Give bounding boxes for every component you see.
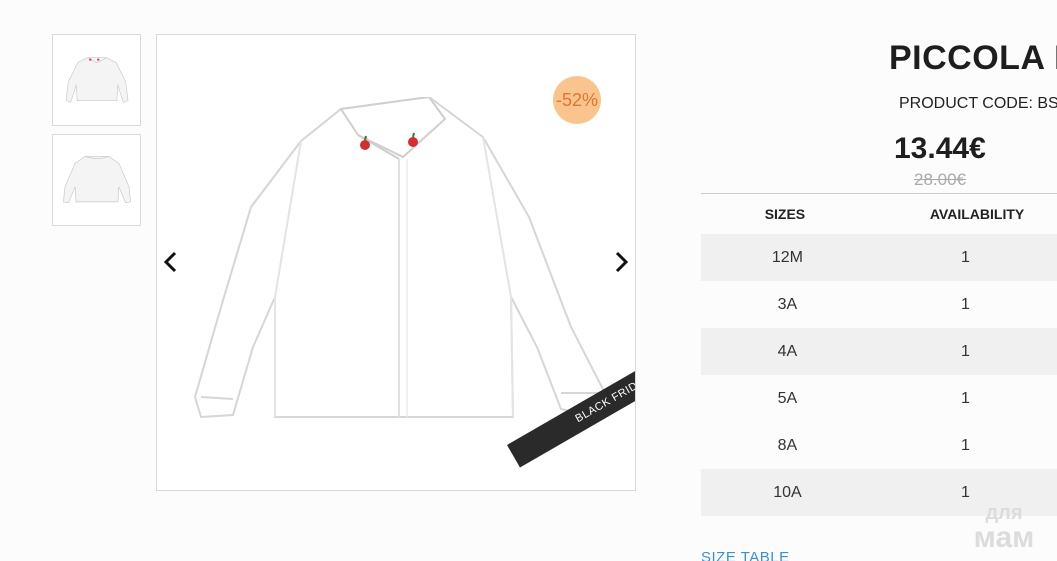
size-cell: 10A bbox=[773, 483, 802, 501]
watermark-logo: для мам bbox=[962, 503, 1046, 553]
chevron-left-icon bbox=[163, 251, 177, 273]
previous-image-button[interactable] bbox=[157, 247, 185, 277]
table-header: SIZES AVAILABILITY bbox=[701, 194, 1057, 234]
product-title: PICCOLA LU bbox=[889, 39, 1057, 77]
thumbnail-back[interactable] bbox=[52, 134, 141, 226]
availability-cell: 1 bbox=[960, 483, 970, 501]
size-cell: 12M bbox=[771, 248, 803, 266]
size-table-link[interactable]: SIZE TABLE bbox=[701, 549, 790, 561]
watermark-line-1: для bbox=[985, 502, 1023, 524]
table-row[interactable]: 3A 1 bbox=[701, 281, 1057, 328]
discount-badge: -52% bbox=[553, 76, 601, 124]
shirt-thumbnail-image bbox=[65, 57, 128, 103]
product-code: PRODUCT CODE: BS3 bbox=[899, 95, 1057, 112]
availability-cell: 1 bbox=[960, 342, 970, 360]
main-product-image[interactable]: -52% BLACK FRIDAY bbox=[156, 34, 636, 491]
availability-cell: 1 bbox=[960, 248, 970, 266]
header-sizes: SIZES bbox=[764, 206, 806, 222]
shirt-image bbox=[193, 97, 609, 419]
table-row[interactable]: 4A 1 bbox=[701, 328, 1057, 375]
next-image-button[interactable] bbox=[607, 247, 635, 277]
table-row[interactable]: 12M 1 bbox=[701, 234, 1057, 281]
shirt-back-thumbnail-image bbox=[62, 156, 131, 204]
thumbnail-front[interactable] bbox=[52, 34, 141, 126]
size-cell: 8A bbox=[777, 436, 798, 454]
current-price: 13.44€ bbox=[894, 132, 986, 165]
availability-cell: 1 bbox=[960, 389, 970, 407]
size-cell: 4A bbox=[777, 342, 798, 360]
availability-cell: 1 bbox=[960, 436, 970, 454]
size-cell: 5A bbox=[777, 389, 798, 407]
table-row[interactable]: 5A 1 bbox=[701, 375, 1057, 422]
sizes-table: SIZES AVAILABILITY 12M 1 3A 1 4A 1 5A 1 … bbox=[701, 193, 1057, 516]
header-availability: AVAILABILITY bbox=[929, 206, 1025, 222]
table-row[interactable]: 8A 1 bbox=[701, 422, 1057, 469]
size-cell: 3A bbox=[777, 295, 798, 313]
availability-cell: 1 bbox=[960, 295, 970, 313]
watermark-line-2: мам bbox=[973, 521, 1035, 554]
old-price: 28.00€ bbox=[914, 170, 966, 189]
chevron-right-icon bbox=[615, 251, 629, 273]
